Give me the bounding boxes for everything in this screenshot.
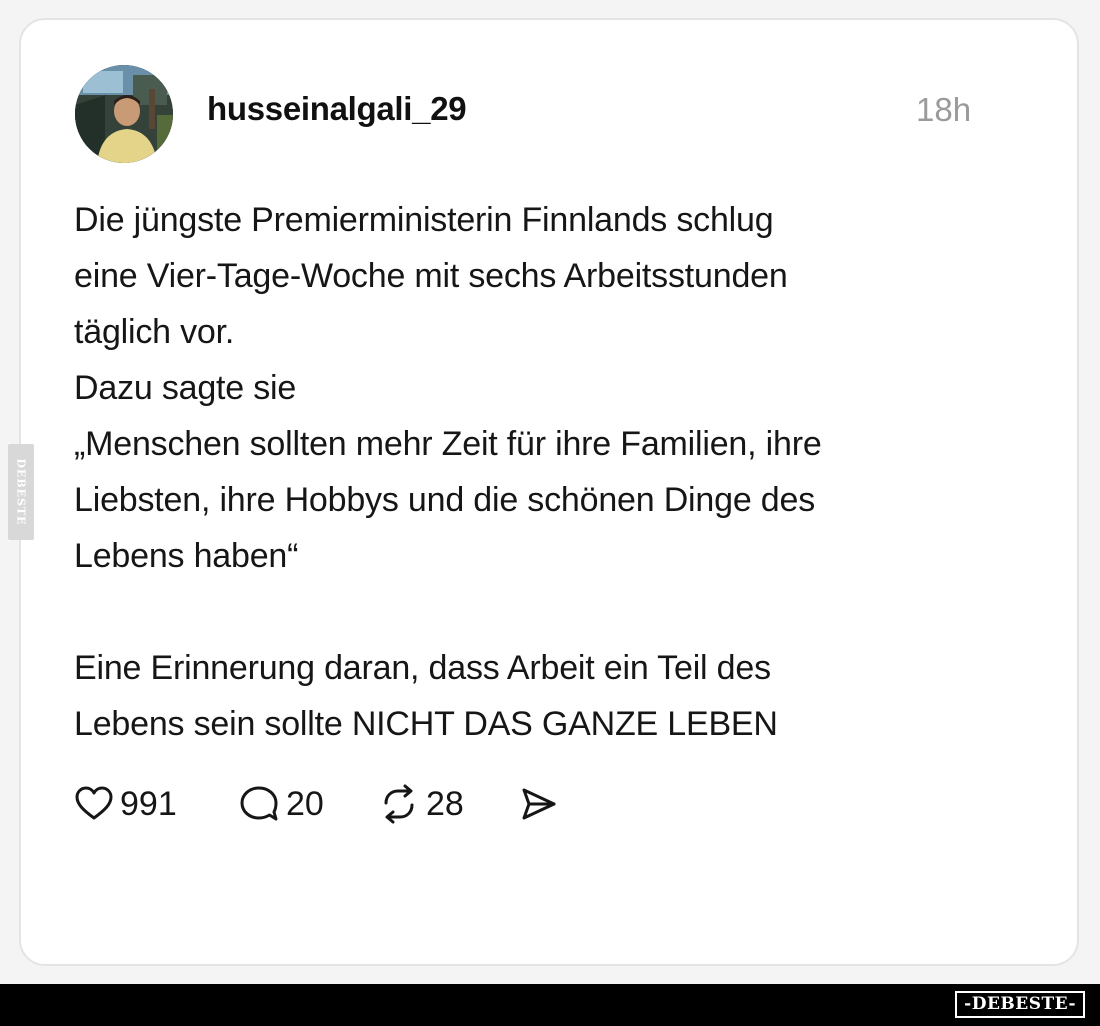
post-text-line: Eine Erinnerung daran, dass Arbeit ein T… (74, 649, 771, 687)
post-text-line: Lebens sein sollte NICHT DAS GANZE LEBEN (74, 705, 778, 743)
avatar[interactable] (75, 65, 173, 163)
post-text-line: Die jüngste Premierministerin Finnlands … (74, 201, 774, 239)
username[interactable]: husseinalgali_29 (207, 90, 467, 128)
side-watermark: DEBESTE (8, 444, 34, 540)
screenshot-stage: husseinalgali_29 18h Die jüngste Premier… (0, 0, 1100, 1026)
comment-bubble-icon (240, 786, 278, 821)
avatar-photo (75, 65, 173, 163)
post-text-line: Liebsten, ihre Hobbys und die schönen Di… (74, 481, 815, 519)
footer-bar: -DEBESTE- (0, 984, 1100, 1026)
heart-icon (75, 786, 113, 820)
post-text-line: eine Vier-Tage-Woche mit sechs Arbeitsst… (74, 257, 788, 295)
post-text-line: täglich vor. (74, 313, 235, 351)
post-text-line: „Menschen sollten mehr Zeit für ihre Fam… (74, 425, 822, 463)
repost-button[interactable]: 28 (378, 782, 464, 826)
post-text: Die jüngste Premierministerin Finnlands … (74, 192, 1034, 752)
like-button[interactable]: 991 (74, 782, 177, 826)
send-icon (522, 788, 556, 820)
comment-button[interactable]: 20 (238, 782, 324, 826)
repost-arrows-icon (384, 784, 414, 824)
post-text-line: Lebens haben“ (74, 537, 299, 575)
post-text-line: Dazu sagte sie (74, 369, 297, 407)
repost-count: 28 (426, 785, 464, 823)
share-button[interactable] (518, 782, 558, 826)
like-count: 991 (120, 785, 177, 823)
post-timestamp: 18h (916, 91, 972, 128)
comment-count: 20 (286, 785, 324, 823)
side-watermark-text: DEBESTE (14, 458, 28, 526)
brand-watermark: -DEBESTE- (955, 991, 1085, 1018)
